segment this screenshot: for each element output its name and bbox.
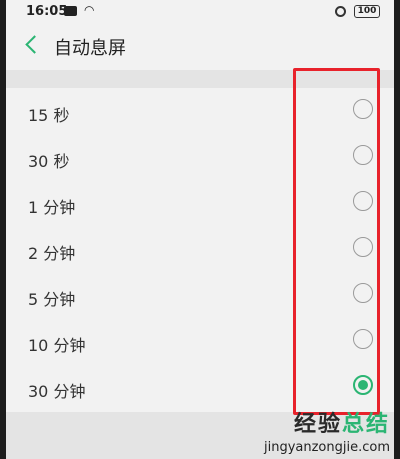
option-label: 1 分钟 <box>28 198 76 217</box>
header: 自动息屏 <box>6 26 394 70</box>
wifi-icon: ◠ <box>84 3 95 17</box>
watermark-title: 经验总结 <box>264 406 390 438</box>
back-arrow-icon[interactable] <box>25 35 44 54</box>
option-label: 5 分钟 <box>28 290 76 309</box>
watermark-url: jingyanzongjie.com <box>263 440 390 455</box>
option-label: 15 秒 <box>28 106 70 125</box>
alarm-icon <box>335 6 346 17</box>
watermark-text-a: 经验 <box>293 412 342 437</box>
page-title: 自动息屏 <box>54 38 126 59</box>
option-label: 10 分钟 <box>28 336 86 355</box>
option-label: 2 分钟 <box>28 244 76 263</box>
message-icon <box>64 6 77 16</box>
battery-icon: 100 <box>354 5 380 18</box>
option-label: 30 分钟 <box>28 382 86 401</box>
watermark: 经验总结 jingyanzongjie.com <box>264 406 390 455</box>
highlight-annotation-box <box>293 68 380 415</box>
option-label: 30 秒 <box>28 152 70 171</box>
status-bar: 16:05 ◠ 100 <box>6 0 394 26</box>
watermark-text-b: 总结 <box>341 412 390 437</box>
status-time: 16:05 <box>26 4 68 19</box>
